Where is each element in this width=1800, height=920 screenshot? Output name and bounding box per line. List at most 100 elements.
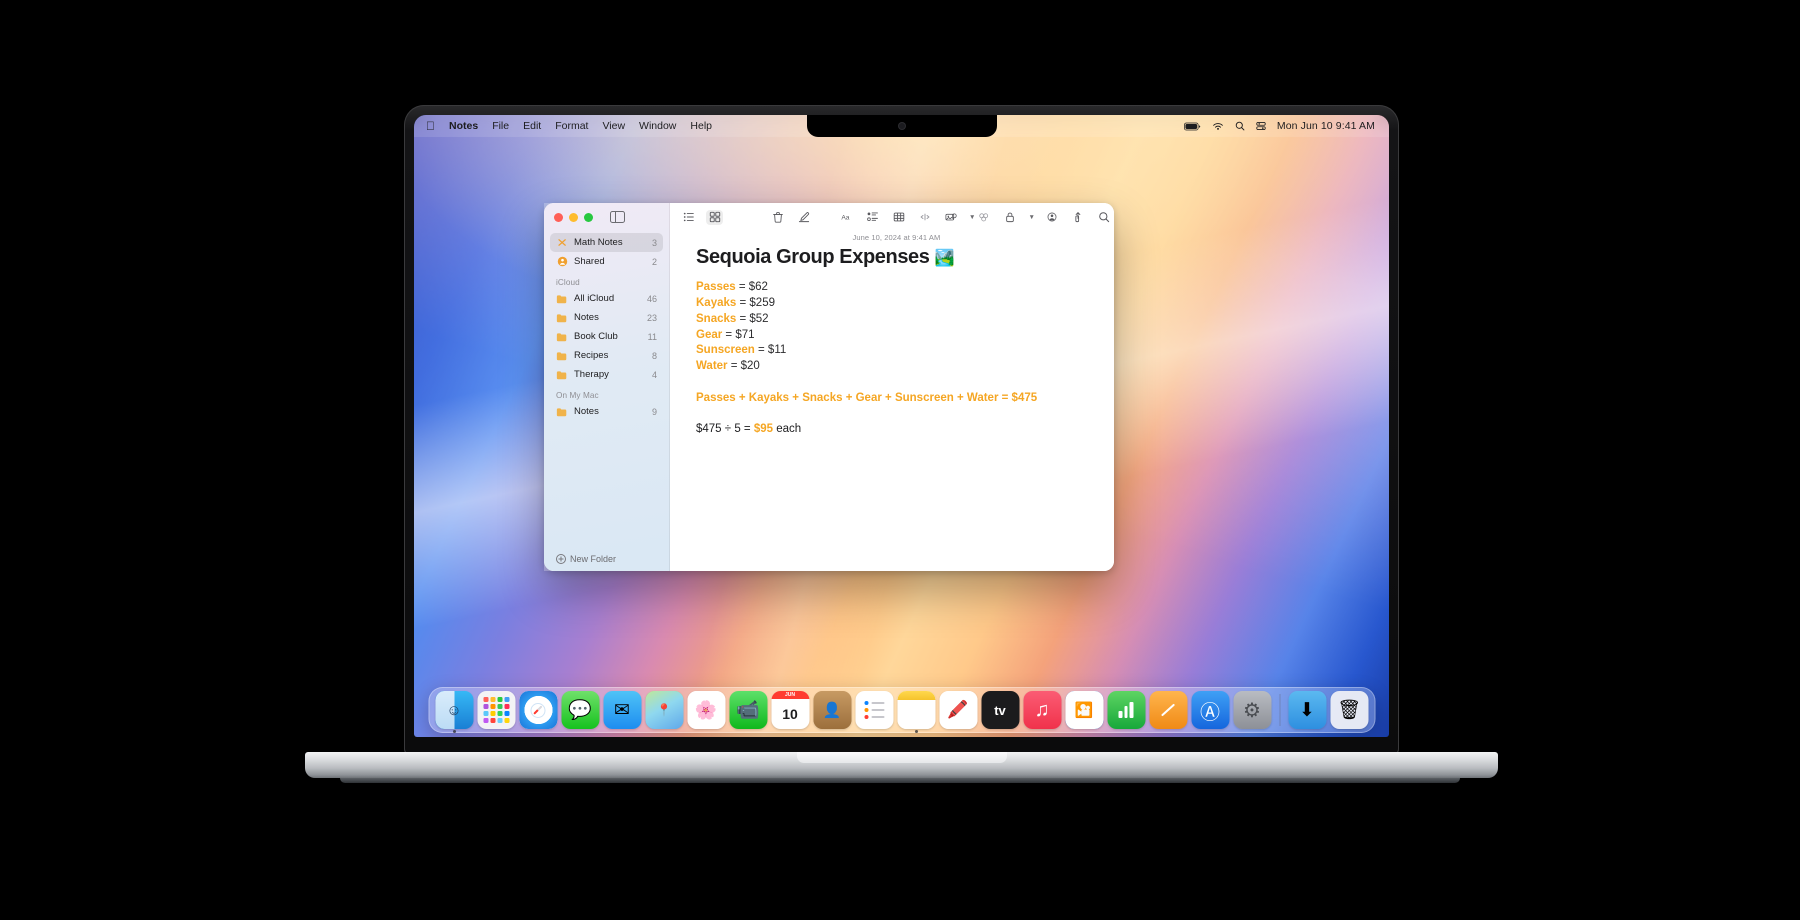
dock-item-messages[interactable]: 💬 — [561, 691, 599, 729]
expense-value: $71 — [735, 328, 755, 341]
lock-icon[interactable] — [1001, 210, 1018, 225]
folder-icon — [556, 331, 568, 343]
menu-item-view[interactable]: View — [602, 120, 625, 132]
search-icon[interactable] — [1096, 210, 1113, 225]
freeform-icon: 🖍️ — [939, 691, 977, 729]
new-folder-button[interactable]: New Folder — [544, 547, 669, 571]
dock-item-maps[interactable]: 📍 — [645, 691, 683, 729]
folder-icon — [556, 369, 568, 381]
system-settings-icon: ⚙ — [1233, 691, 1271, 729]
macbook-device:  Notes File Edit Format View Window Hel… — [404, 105, 1399, 755]
sidebar-list: Math Notes 3 Shared 2 iCloud All iCloud … — [544, 231, 669, 547]
division-suffix: each — [776, 423, 802, 436]
dock-item-mail[interactable]: ✉ — [603, 691, 641, 729]
menu-item-edit[interactable]: Edit — [523, 120, 541, 132]
dock-item-calendar[interactable]: JUN 10 — [771, 691, 809, 729]
plus-operator: + — [885, 392, 892, 405]
expense-name: Sunscreen — [696, 344, 755, 357]
sum-term: Gear — [855, 392, 882, 405]
dock-item-photos[interactable]: 🌸 — [687, 691, 725, 729]
sidebar-item-label: Therapy — [574, 369, 609, 380]
dock-item-contacts[interactable]: 👤 — [813, 691, 851, 729]
dock-item-safari[interactable] — [519, 691, 557, 729]
dock-item-appletv[interactable]: tv — [981, 691, 1019, 729]
gallery-view-icon[interactable] — [706, 209, 723, 225]
compose-note-icon[interactable] — [795, 210, 812, 225]
sidebar-item-recipes[interactable]: Recipes 8 — [550, 346, 663, 365]
control-center-icon[interactable] — [1256, 121, 1266, 131]
link-icon[interactable] — [916, 210, 933, 225]
dock-item-finder[interactable]: ☺ — [435, 691, 473, 733]
search-icon[interactable] — [1235, 121, 1245, 131]
sidebar-toggle-icon[interactable] — [610, 210, 625, 224]
menu-item-help[interactable]: Help — [690, 120, 712, 132]
text-format-icon[interactable]: Aa — [838, 210, 855, 225]
screen:  Notes File Edit Format View Window Hel… — [414, 115, 1389, 737]
dock-item-downloads-folder[interactable]: ⬇ — [1288, 691, 1326, 729]
expense-row: Passes = $62 — [696, 280, 1097, 296]
divisor: 5 — [734, 423, 741, 436]
dock-item-music[interactable]: ♫ — [1023, 691, 1061, 729]
keynote-icon: 🎦 — [1065, 691, 1103, 729]
expense-value: $259 — [749, 296, 775, 309]
zoom-button[interactable] — [584, 212, 593, 222]
menu-item-format[interactable]: Format — [555, 120, 588, 132]
trash-icon[interactable] — [769, 210, 786, 225]
dock-item-keynote[interactable]: 🎦 — [1065, 691, 1103, 729]
checklist-icon[interactable] — [864, 210, 881, 225]
close-button[interactable] — [554, 212, 563, 222]
sidebar-item-therapy[interactable]: Therapy 4 — [550, 365, 663, 384]
menu-item-window[interactable]: Window — [639, 120, 676, 132]
menu-item-file[interactable]: File — [492, 120, 509, 132]
dock-item-reminders[interactable] — [855, 691, 893, 729]
pages-icon — [1149, 691, 1187, 729]
mail-icon: ✉ — [603, 691, 641, 729]
minimize-button[interactable] — [569, 212, 578, 222]
dock-item-numbers[interactable] — [1107, 691, 1145, 729]
dock-item-app-store[interactable]: Ⓐ — [1191, 691, 1229, 729]
sidebar-item-shared[interactable]: Shared 2 — [550, 252, 663, 271]
expense-name: Snacks — [696, 312, 737, 325]
note-body[interactable]: June 10, 2024 at 9:41 AM Sequoia Group E… — [670, 231, 1114, 571]
share-icon[interactable] — [1070, 210, 1087, 225]
menu-bar-clock[interactable]: Mon Jun 10 9:41 AM — [1277, 120, 1375, 132]
menu-item-notes[interactable]: Notes — [449, 120, 478, 132]
dock-item-notes[interactable] — [897, 691, 935, 733]
sum-expression: Passes + Kayaks + Snacks + Gear + Sunscr… — [696, 391, 1097, 407]
notes-sidebar: Math Notes 3 Shared 2 iCloud All iCloud … — [544, 203, 670, 571]
plus-operator: + — [956, 392, 964, 405]
chevron-down-icon[interactable]: ▼ — [1028, 214, 1034, 221]
sum-total: $475 — [1011, 392, 1038, 405]
media-icon[interactable] — [942, 210, 959, 225]
sidebar-item-label: All iCloud — [574, 293, 615, 304]
notes-window[interactable]: Math Notes 3 Shared 2 iCloud All iCloud … — [544, 203, 1114, 571]
dock: ☺ 💬 ✉ 📍 🌸 📹 JUN 10 👤 🖍️ tv ♫ 🎦 Ⓐ ⚙ ⬇ 🗑 — [428, 687, 1375, 733]
list-view-icon[interactable] — [680, 210, 697, 225]
battery-icon[interactable] — [1183, 122, 1201, 131]
sidebar-item-book-club[interactable]: Book Club 11 — [550, 327, 663, 346]
table-icon[interactable] — [890, 210, 907, 225]
wifi-icon[interactable] — [1212, 122, 1224, 131]
dock-separator — [1279, 694, 1280, 726]
dock-item-freeform[interactable]: 🖍️ — [939, 691, 977, 729]
dock-item-system-settings[interactable]: ⚙ — [1233, 691, 1271, 729]
folder-icon — [556, 293, 568, 305]
add-people-icon[interactable] — [1044, 210, 1061, 225]
sum-term: Kayaks — [748, 392, 790, 405]
equals-operator: = — [743, 423, 751, 436]
dock-item-pages[interactable] — [1149, 691, 1187, 729]
divide-operator: ÷ — [724, 423, 732, 436]
sidebar-item-math-notes[interactable]: Math Notes 3 — [550, 233, 663, 252]
sidebar-item-notes-local[interactable]: Notes 9 — [550, 402, 663, 421]
note-title[interactable]: Sequoia Group Expenses 🏞️ — [696, 246, 1097, 269]
sidebar-item-notes-icloud[interactable]: Notes 23 — [550, 308, 663, 327]
sidebar-item-all-icloud[interactable]: All iCloud 46 — [550, 289, 663, 308]
dock-item-trash[interactable]: 🗑 — [1330, 691, 1368, 729]
plus-operator: + — [792, 392, 799, 405]
collaborate-icon[interactable] — [975, 210, 992, 225]
apple-logo-icon[interactable]:  — [426, 120, 435, 132]
dock-item-launchpad[interactable] — [477, 691, 515, 729]
sidebar-item-count: 4 — [651, 369, 657, 380]
expense-row: Gear = $71 — [696, 328, 1097, 344]
dock-item-facetime[interactable]: 📹 — [729, 691, 767, 729]
